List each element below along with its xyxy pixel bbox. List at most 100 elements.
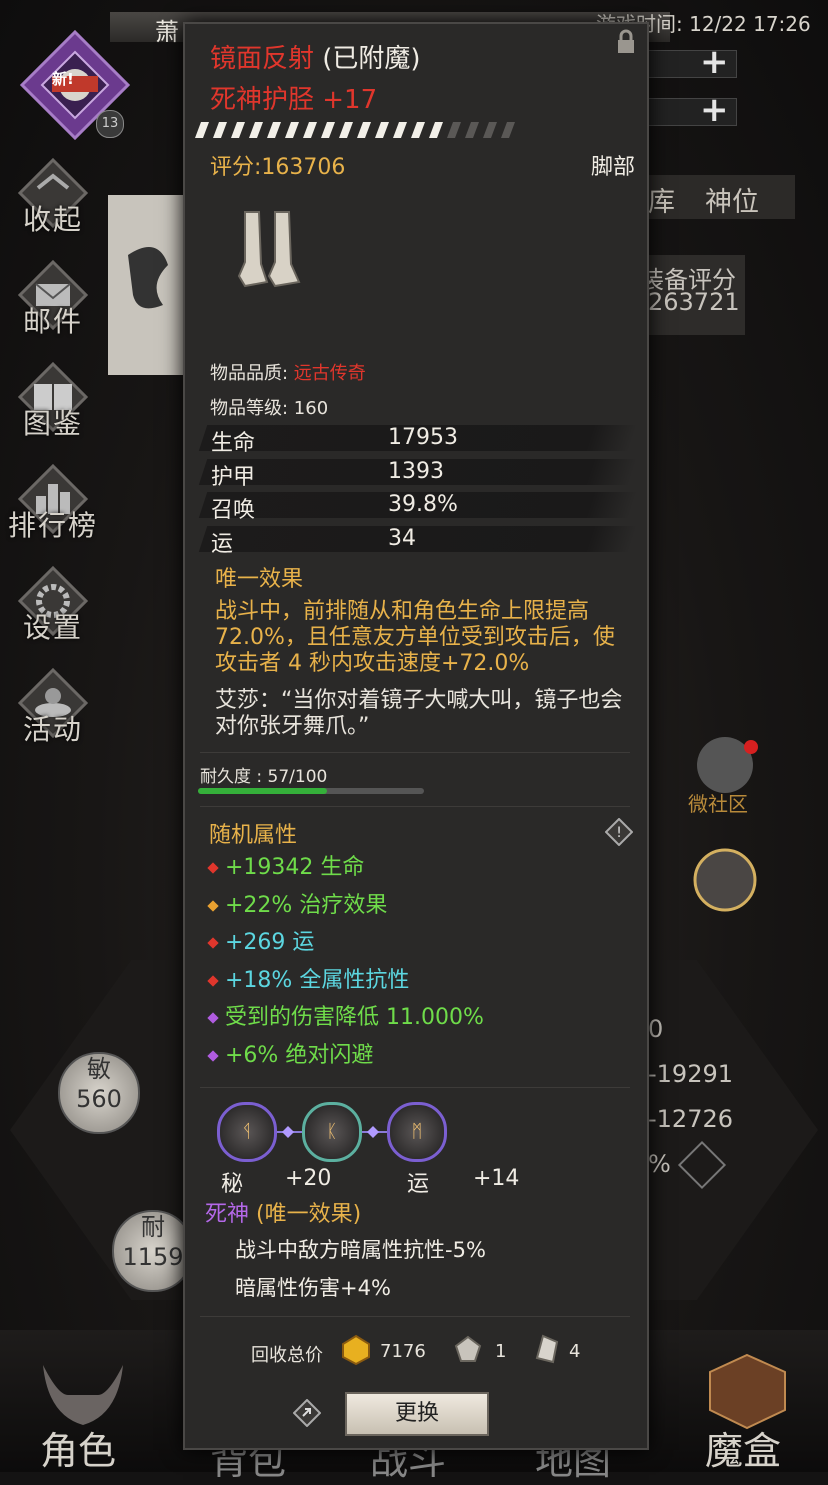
item-score: 评分:163706 [210, 155, 346, 180]
affix-text: +6% 绝对闪避 [225, 1043, 374, 1068]
gem-bonus-name: 秘 [221, 1172, 244, 1197]
star-empty [447, 122, 461, 138]
gem-bonus-name: 运 [407, 1172, 430, 1197]
plus-icon[interactable]: + [700, 90, 729, 130]
equip-score-value: 263721 [648, 288, 740, 316]
set-effect-line: 战斗中敌方暗属性抗性-5% [235, 1238, 486, 1262]
affix-gem-icon [207, 937, 219, 949]
replace-button[interactable]: 更换 [345, 1392, 489, 1436]
set-effect-line: 暗属性伤害+4% [235, 1276, 391, 1300]
random-attr-title: 随机属性 [209, 823, 298, 848]
star-filled [231, 122, 245, 138]
star-empty [483, 122, 497, 138]
community-label[interactable]: 微社区 [688, 788, 748, 817]
greaves-icon [237, 211, 301, 288]
star-filled [285, 122, 299, 138]
stat-name: 运 [211, 532, 234, 557]
affix-gem-icon [207, 862, 219, 874]
info-icon[interactable]: ! [605, 818, 633, 846]
random-attr-item: +269 运 [207, 924, 314, 956]
star-filled [303, 122, 317, 138]
magic-box-icon [709, 1353, 786, 1430]
player-name: 萧 [155, 18, 179, 46]
star-filled [213, 122, 227, 138]
new-badge: 新! [52, 70, 74, 88]
star-filled [429, 122, 443, 138]
random-attr-item: +22% 治疗效果 [207, 887, 388, 919]
quality-label: 物品品质: [210, 363, 294, 384]
side-menu-mail[interactable]: 邮件 [8, 259, 98, 340]
quality-value: 远古传奇 [293, 363, 366, 384]
affix-gem-icon [207, 975, 219, 987]
set-tag: (唯一效果) [249, 1202, 362, 1227]
lock-icon[interactable] [613, 29, 639, 55]
durability-bar [198, 788, 424, 794]
socket-gem[interactable]: ᛕ [302, 1102, 362, 1162]
right-stat-value: 0 [648, 1015, 664, 1043]
stat-circle-label: 耐 [141, 1213, 165, 1241]
stat-circle-agility: 敏 560 [58, 1052, 140, 1134]
wreath-icon[interactable] [680, 835, 770, 925]
affix-gem-icon [207, 1050, 219, 1062]
tab-divine[interactable]: 神位 [705, 180, 759, 219]
affix-text: +18% 全属性抗性 [225, 967, 410, 993]
side-menu-events[interactable]: 活动 [8, 667, 98, 748]
item-level: 物品等级: 160 [210, 398, 329, 419]
character-banner [108, 195, 188, 375]
stat-value: 39.8% [388, 492, 458, 517]
divider [200, 1316, 630, 1317]
side-menu-ranking[interactable]: 排行榜 [8, 463, 99, 544]
gold-gem-icon [342, 1334, 370, 1366]
item-tooltip: 镜面反射 (已附魔) 死神护胫 +17 评分:163706 脚部 物品品质: 远… [183, 22, 649, 1450]
right-stat-value: % [648, 1150, 671, 1178]
item-slot: 脚部 [590, 155, 635, 180]
gem-bonus-value: +14 [473, 1166, 520, 1191]
stat-circle-value: 1159 [122, 1243, 184, 1271]
stat-circle-stamina: 耐 1159 [112, 1210, 194, 1292]
side-menu-label: 排行榜 [8, 509, 99, 542]
star-empty [465, 122, 479, 138]
stat-value: 34 [388, 526, 416, 551]
right-stat-value: -12726 [648, 1105, 734, 1133]
stat-value: 1393 [388, 459, 444, 484]
enhance-star-bar [195, 122, 515, 138]
divider [200, 806, 630, 807]
item-subtitle: 死神护胫 +17 [210, 85, 378, 115]
share-icon[interactable] [293, 1399, 321, 1427]
gem-glyph: ᛗ [411, 1121, 423, 1142]
socket-gem[interactable]: ᛩ [217, 1102, 277, 1162]
star-filled [339, 122, 353, 138]
tab-storage[interactable]: 库 [648, 180, 675, 219]
svg-text:!: ! [616, 825, 622, 841]
stat-name: 护甲 [211, 465, 256, 490]
divider [200, 1087, 630, 1088]
star-empty [501, 122, 515, 138]
affix-gem-icon [207, 899, 219, 912]
star-filled [249, 122, 263, 138]
socket-gem[interactable]: ᛗ [387, 1102, 447, 1162]
star-filled [357, 122, 371, 138]
bottom-tab-character[interactable]: 角色 [40, 1420, 116, 1475]
set-name: 死神 [205, 1202, 250, 1227]
random-attr-item: +19342 生命 [207, 849, 365, 881]
level-badge: 13 [96, 110, 124, 138]
bottom-tab-magic-box[interactable]: 魔盒 [705, 1420, 781, 1475]
divider [200, 752, 630, 753]
plus-icon[interactable]: + [700, 42, 729, 82]
stat-circle-value: 560 [76, 1085, 122, 1113]
gem-glyph: ᛩ [241, 1121, 253, 1142]
side-menu-codex[interactable]: 图鉴 [8, 361, 98, 442]
star-filled [375, 122, 389, 138]
affix-text: +19342 生命 [225, 855, 365, 880]
right-stat-value: -19291 [648, 1060, 734, 1088]
durability-fill [198, 788, 327, 794]
unique-effect-text: 战斗中，前排随从和角色生命上限提高72.0%，且任意友方单位受到攻击后，使攻击者… [215, 599, 615, 676]
durability-text: 耐久度 : 57/100 [200, 767, 328, 787]
recycle-shard-value: 4 [569, 1341, 581, 1362]
side-menu-settings[interactable]: 设置 [8, 565, 98, 646]
item-quality: 物品品质: 远古传奇 [210, 359, 366, 385]
gem-bonus-value: +20 [285, 1166, 332, 1191]
rune-shard-icon [535, 1334, 559, 1364]
side-menu-collapse[interactable]: 收起 [8, 157, 98, 238]
affix-text: +22% 治疗效果 [225, 892, 388, 918]
